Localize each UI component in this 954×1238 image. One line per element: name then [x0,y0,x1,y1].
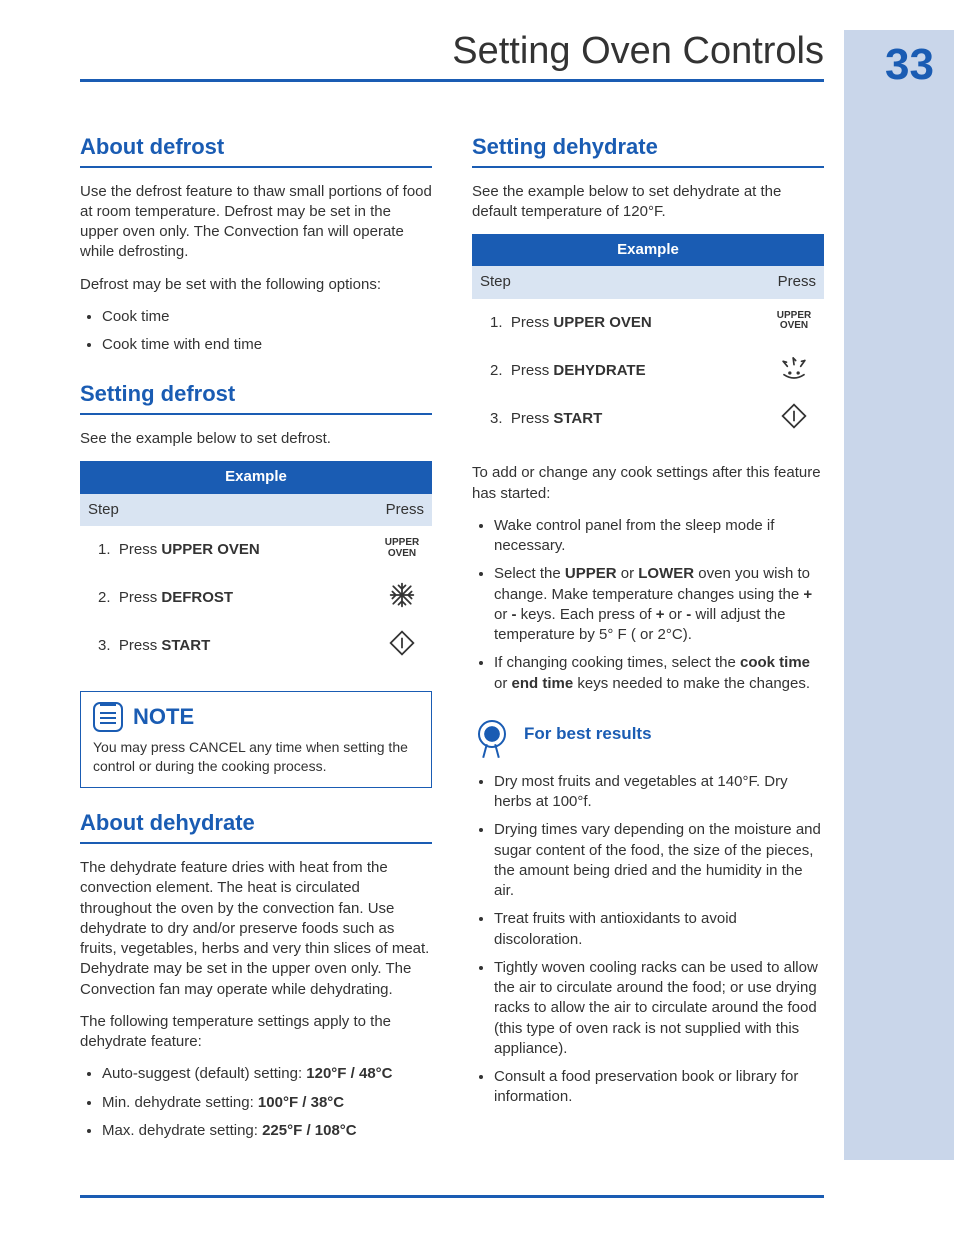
best-results-list: Dry most fruits and vegetables at 140°F.… [494,772,824,1108]
manual-page: 33 Setting Oven Controls About defrost U… [0,0,954,1238]
dehydrate-settings-list: Auto-suggest (default) setting: 120°F / … [102,1064,432,1141]
list-item: Consult a food preservation book or libr… [494,1067,824,1108]
paragraph: See the example below to set defrost. [80,429,432,449]
list-item: Wake control panel from the sleep mode i… [494,516,824,557]
page-number: 33 [885,40,934,90]
table-row: 2. Press DEHYDRATE [472,347,824,395]
right-column: Setting dehydrate See the example below … [472,132,824,1155]
table-row: 1. Press UPPER OVEN UPPEROVEN [472,299,824,347]
best-results-header: For best results [472,712,824,758]
table-row: 2. Press DEFROST [80,574,432,622]
list-item: Cook time [102,307,432,327]
list-item: Dry most fruits and vegetables at 140°F.… [494,772,824,813]
page-header: Setting Oven Controls [80,30,824,82]
list-item: If changing cooking times, select the co… [494,653,824,694]
start-diamond-icon [388,629,416,657]
note-icon [93,702,123,732]
upper-oven-icon: UPPEROVEN [385,538,419,559]
list-item: Max. dehydrate setting: 225°F / 108°C [102,1121,432,1141]
note-box: NOTE You may press CANCEL any time when … [80,691,432,789]
list-item: Tightly woven cooling racks can be used … [494,958,824,1059]
paragraph: Defrost may be set with the following op… [80,275,432,295]
paragraph: Use the defrost feature to thaw small po… [80,182,432,263]
heading-about-defrost: About defrost [80,132,432,168]
paragraph: See the example below to set dehydrate a… [472,182,824,223]
page-tab [844,30,954,1160]
dehydrate-example-table: Example Step Press 1. Press UPPER OVEN U… [472,234,824,443]
col-step: Step [80,494,372,526]
after-start-list: Wake control panel from the sleep mode i… [494,516,824,694]
footer-rule [80,1195,824,1198]
defrost-example-table: Example Step Press 1. Press UPPER OVEN U… [80,461,432,670]
paragraph: To add or change any cook settings after… [472,463,824,504]
list-item: Auto-suggest (default) setting: 120°F / … [102,1064,432,1084]
page-title: Setting Oven Controls [452,30,824,73]
start-diamond-icon [780,402,808,430]
heading-about-dehydrate: About dehydrate [80,808,432,844]
list-item: Drying times vary depending on the moist… [494,820,824,901]
best-results-title: For best results [524,723,652,746]
snowflake-icon [388,581,416,609]
upper-oven-icon: UPPEROVEN [777,311,811,332]
note-title: NOTE [133,702,194,732]
paragraph: The dehydrate feature dries with heat fr… [80,858,432,1000]
list-item: Treat fruits with antioxidants to avoid … [494,909,824,950]
col-press: Press [764,266,824,298]
defrost-options-list: Cook time Cook time with end time [102,307,432,356]
heading-setting-defrost: Setting defrost [80,379,432,415]
table-row: 3. Press START [472,395,824,443]
heading-setting-dehydrate: Setting dehydrate [472,132,824,168]
col-step: Step [472,266,764,298]
table-row: 3. Press START [80,622,432,670]
content-columns: About defrost Use the defrost feature to… [80,132,824,1155]
note-body: You may press CANCEL any time when setti… [93,738,419,776]
table-row: 1. Press UPPER OVEN UPPEROVEN [80,526,432,574]
table-title: Example [80,461,432,493]
col-press: Press [372,494,432,526]
ribbon-icon [472,712,512,758]
list-item: Cook time with end time [102,335,432,355]
table-title: Example [472,234,824,266]
list-item: Min. dehydrate setting: 100°F / 38°C [102,1093,432,1113]
left-column: About defrost Use the defrost feature to… [80,132,432,1155]
list-item: Select the UPPER or LOWER oven you wish … [494,564,824,645]
paragraph: The following temperature settings apply… [80,1012,432,1053]
dehydrate-icon [779,353,809,383]
